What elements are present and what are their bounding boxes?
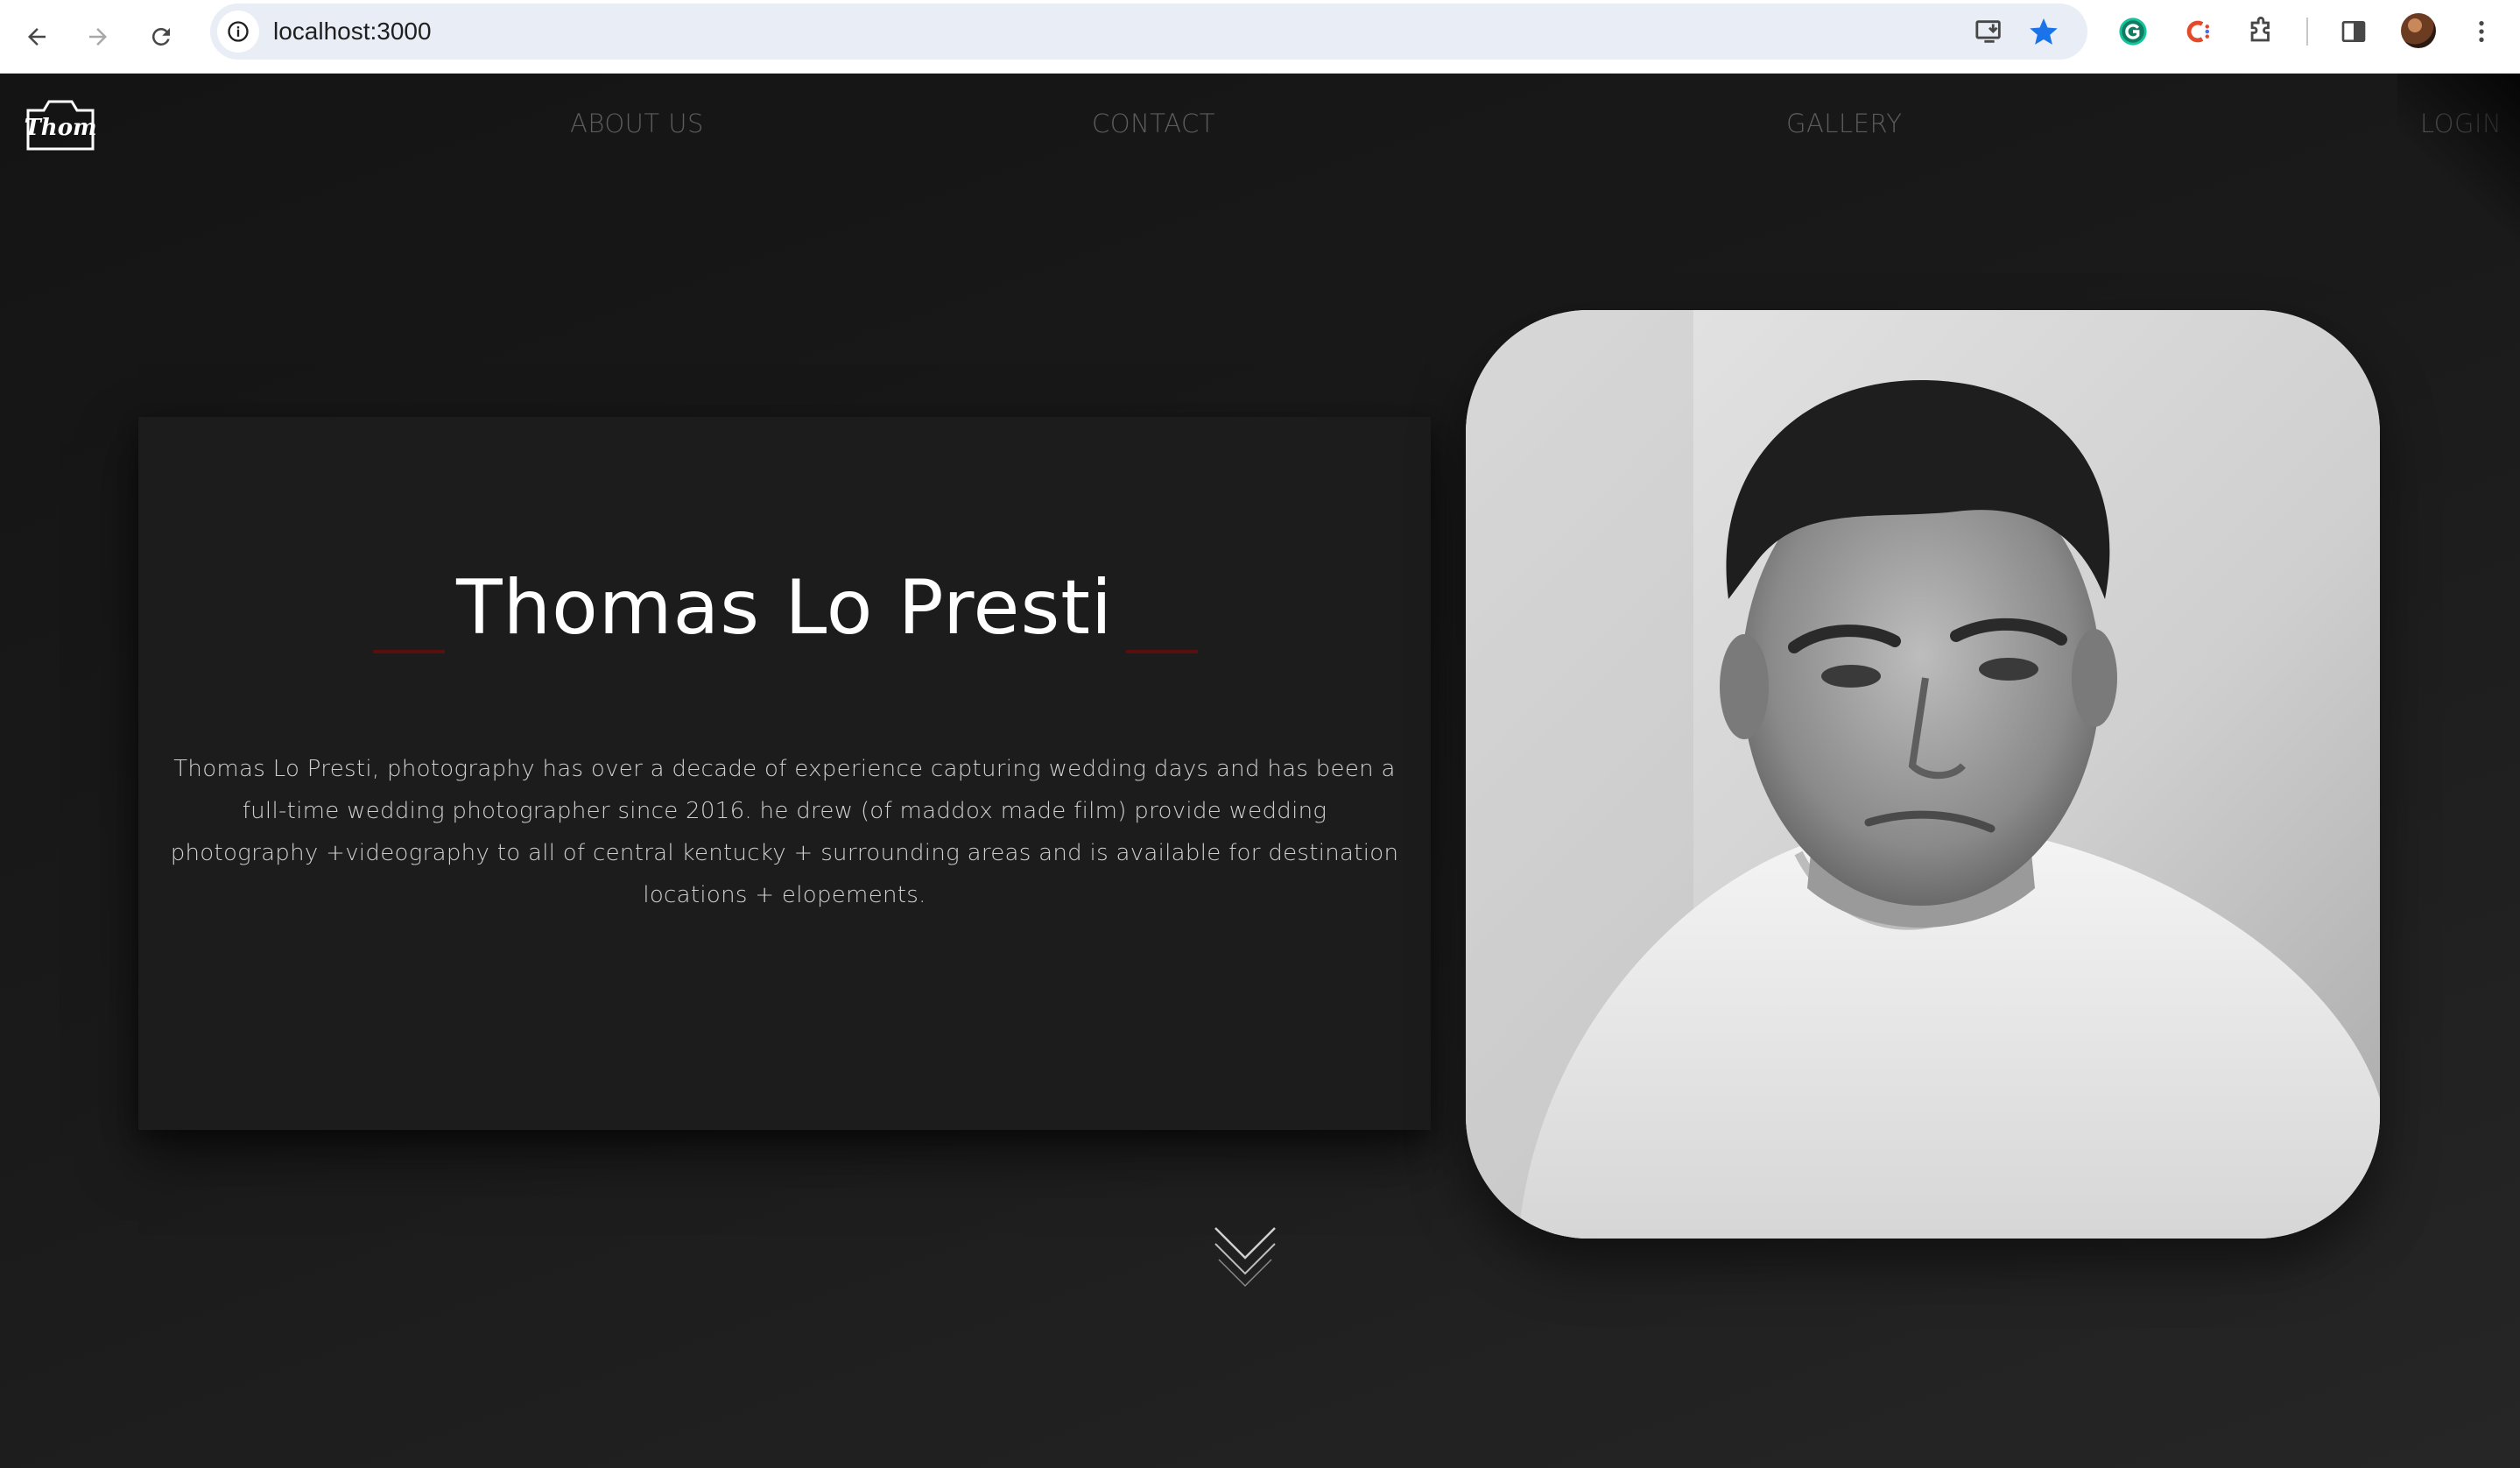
puzzle-icon — [2250, 17, 2270, 42]
nav-gallery[interactable]: GALLERY — [1786, 109, 1902, 138]
logo-text: Thom — [24, 115, 96, 141]
forward-button[interactable] — [74, 12, 123, 61]
intro-card: Thomas Lo Presti Thomas Lo Presti, photo… — [138, 417, 1431, 1130]
star-icon — [2030, 18, 2058, 45]
arrow-right-icon — [89, 28, 107, 46]
nav-contact[interactable]: CONTACT — [1092, 109, 1215, 138]
page-title: Thomas Lo Presti — [456, 564, 1113, 652]
title-accent-right — [1126, 650, 1198, 653]
site-info-button[interactable] — [217, 11, 259, 53]
camera-logo-icon: Thom — [24, 100, 97, 151]
url-text[interactable]: localhost:3000 — [273, 16, 432, 47]
scroll-down-button[interactable] — [1214, 1223, 1277, 1293]
side-panel-button[interactable] — [2336, 14, 2371, 49]
portrait-photo — [1466, 310, 2380, 1239]
site-logo[interactable]: Thom — [23, 95, 98, 152]
back-button[interactable] — [12, 12, 61, 61]
chevron-down-double-icon — [1214, 1227, 1276, 1288]
install-app-button[interactable] — [1972, 14, 2007, 49]
browser-menu-button[interactable] — [2464, 14, 2499, 49]
bio-text: Thomas Lo Presti, photography has over a… — [170, 756, 1399, 908]
reload-button[interactable] — [137, 12, 186, 61]
more-vert-icon — [2479, 21, 2484, 42]
info-icon — [228, 21, 249, 42]
portrait-image — [1466, 310, 2380, 1239]
browser-toolbar: localhost:3000 — [0, 0, 2520, 74]
grammarly-icon — [2119, 18, 2147, 46]
color-extension[interactable] — [2179, 14, 2214, 49]
profile-avatar[interactable] — [2401, 13, 2436, 48]
c-extension-icon — [2186, 20, 2210, 43]
page: Thom ABOUT US CONTACT GALLERY LOGIN Thom… — [0, 74, 2520, 1468]
nav-about-us[interactable]: ABOUT US — [570, 109, 704, 138]
address-bar[interactable]: localhost:3000 — [210, 4, 2087, 60]
nav-login[interactable]: LOGIN — [2420, 109, 2502, 138]
bookmark-star-button[interactable] — [2026, 14, 2061, 49]
arrow-left-icon — [28, 28, 46, 46]
toolbar-divider — [2306, 18, 2308, 46]
title-row: Thomas Lo Presti — [138, 564, 1431, 652]
install-app-icon — [1975, 20, 2001, 43]
reload-icon — [151, 27, 170, 46]
extensions-button[interactable] — [2243, 14, 2278, 49]
side-panel-icon — [2341, 21, 2366, 42]
grammarly-extension[interactable] — [2115, 14, 2150, 49]
